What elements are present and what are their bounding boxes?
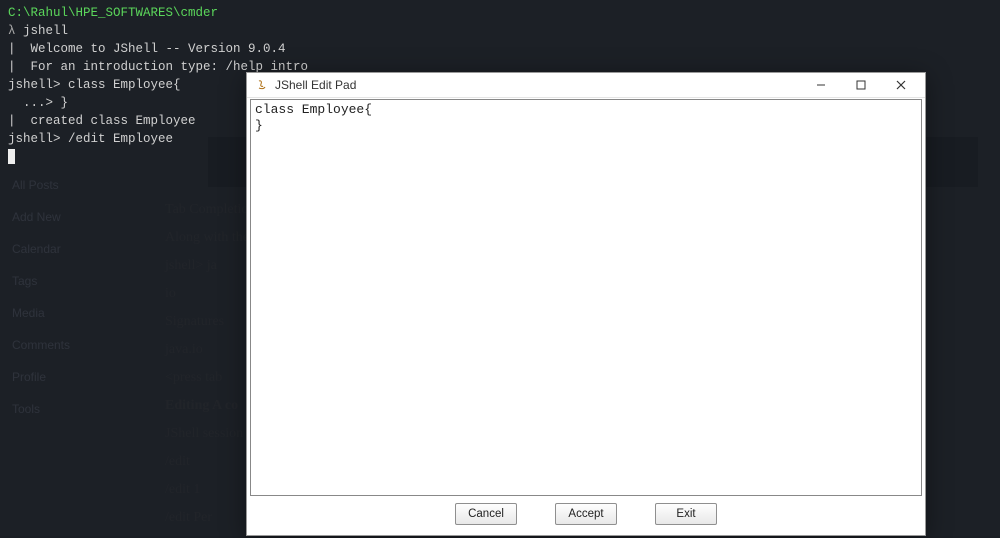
minimize-icon: [816, 80, 826, 90]
minimize-button[interactable]: [801, 74, 841, 97]
terminal-cmd: jshell: [23, 24, 68, 38]
accept-button[interactable]: Accept: [555, 503, 617, 525]
maximize-button[interactable]: [841, 74, 881, 97]
editor-textarea[interactable]: class Employee{ }: [250, 99, 922, 496]
close-icon: [896, 80, 906, 90]
close-button[interactable]: [881, 74, 921, 97]
terminal-line: | Welcome to JShell -- Version 9.0.4: [8, 40, 992, 58]
dialog-title: JShell Edit Pad: [275, 78, 801, 92]
terminal-path: C:\Rahul\HPE_SOFTWARES\cmder: [8, 6, 218, 20]
titlebar[interactable]: JShell Edit Pad: [247, 73, 925, 98]
cancel-button[interactable]: Cancel: [455, 503, 517, 525]
terminal-cursor: [8, 149, 15, 164]
exit-button[interactable]: Exit: [655, 503, 717, 525]
jshell-edit-pad-dialog: JShell Edit Pad class Employee{ } Cancel…: [246, 72, 926, 536]
button-bar: Cancel Accept Exit: [247, 497, 925, 535]
prompt-lambda: λ: [8, 24, 16, 38]
java-icon: [255, 78, 269, 92]
maximize-icon: [856, 80, 866, 90]
window-controls: [801, 74, 921, 97]
